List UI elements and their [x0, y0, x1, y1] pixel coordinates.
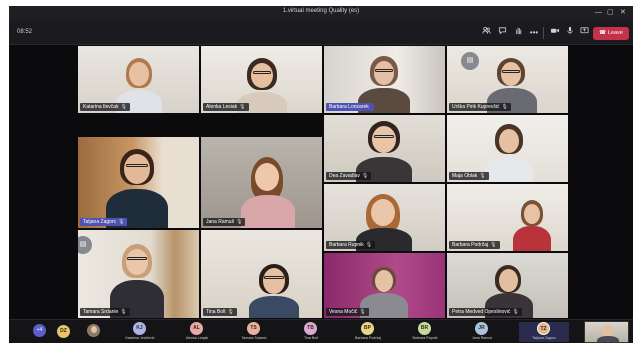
participant-name-tag: Dea Zavadlav 🎙 — [326, 172, 372, 180]
close-icon[interactable]: ✕ — [620, 8, 626, 18]
participant-chip-name: Alenka Lesjak — [185, 336, 209, 340]
leave-button[interactable]: ☎ Leave — [593, 27, 629, 40]
participant-tile[interactable]: Vesna Močič 🎙 — [323, 252, 446, 319]
participant-tile[interactable]: Alenka Lesiak 🎙 — [200, 45, 323, 114]
avatar: BP — [361, 322, 374, 335]
chat-icon[interactable] — [495, 26, 509, 40]
participant-tile[interactable]: Jana Ramuš 🎙 — [200, 136, 323, 229]
participant-name-tag: Barbara Podržaj 🎙 — [449, 241, 500, 249]
participant-chip[interactable]: JR Jana Ramuš — [457, 322, 507, 342]
participant-tile[interactable]: Tina Bolt 🎙 — [200, 229, 323, 319]
self-video-preview[interactable] — [584, 321, 629, 343]
participant-chip-name: Katarina Jovičević — [125, 336, 155, 340]
participant-chip-name: Barbara Podržaj — [355, 336, 381, 340]
participant-name-tag: Vesna Močič 🎙 — [326, 308, 369, 316]
participant-tile[interactable]: ▤ Tamara Srdanie 🎙 — [77, 229, 200, 319]
more-participants-button[interactable]: +4 — [33, 324, 46, 337]
participant-chip-name: Tatjana Zagorc — [532, 336, 556, 340]
window-title: 1.virtual meeting Quality (es) — [282, 8, 360, 14]
people-icon[interactable] — [479, 26, 493, 40]
participant-chip[interactable]: TS Tamara Srdanic — [229, 322, 279, 342]
camera-icon[interactable] — [548, 26, 562, 40]
participant-name-tag: Tina Bolt 🎙 — [203, 308, 237, 316]
meeting-toolbar: 08:52 ••• ☎ Leave — [9, 21, 633, 45]
participant-name-tag: Tamara Srdanie 🎙 — [80, 308, 130, 316]
participant-chip[interactable]: AL Alenka Lesjak — [172, 322, 222, 342]
avatar: TZ — [537, 322, 550, 335]
participant-name-tag: Jana Ramuš 🎙 — [203, 218, 246, 226]
avatar: DZ — [57, 325, 70, 338]
phone-hangup-icon: ☎ — [599, 30, 606, 36]
avatar: KJ — [133, 322, 146, 335]
participant-tile[interactable]: Dea Zavadlav 🎙 — [323, 114, 446, 183]
presenter-badge-icon: ▤ — [461, 52, 479, 70]
share-screen-icon[interactable] — [577, 26, 591, 40]
participant-tile[interactable]: Barbara Podržaj 🎙 — [446, 183, 569, 252]
participant-tile[interactable]: Katarina Ilevčak 🎙 — [77, 45, 200, 114]
meeting-timer: 08:52 — [17, 29, 33, 35]
participant-chip[interactable]: BP Barbara Podržaj — [343, 322, 393, 342]
participant-chip[interactable]: TB Tina Bolt — [286, 322, 336, 342]
participant-tile[interactable]: Barbara Lonzarek — [323, 45, 446, 114]
video-grid: Katarina Ilevčak 🎙 Alenka Lesiak 🎙 Barbara… — [9, 45, 633, 319]
participant-strip: +4 DZ KJ Katarina Jovičević AL Alenka Le… — [9, 319, 633, 343]
participant-chip[interactable]: BR Barbara Rupnik — [400, 322, 450, 342]
participant-chip-active[interactable]: TZ Tatjana Zagorc — [519, 322, 569, 342]
avatar: JR — [475, 322, 488, 335]
participant-tile[interactable]: Barbara Rupnik 🎙 — [323, 183, 446, 252]
avatar: AL — [190, 322, 203, 335]
participant-name-tag: Urška Pirik Kuprevšić 🎙 — [449, 103, 511, 111]
participant-name-tag: Barbara Lonzarek — [326, 103, 374, 111]
participant-name-tag: Alenka Lesiak 🎙 — [203, 103, 249, 111]
more-icon[interactable]: ••• — [527, 26, 541, 40]
participant-tile[interactable]: Tatjana Zagorc 🎙 — [77, 136, 200, 229]
participant-tile[interactable]: Petra Medved Opeslinović 🎙 — [446, 252, 569, 319]
avatar: TS — [247, 322, 260, 335]
participant-name-tag: Petra Medved Opeslinović 🎙 — [449, 308, 522, 316]
mic-icon[interactable] — [563, 26, 577, 40]
maximize-icon[interactable]: ▢ — [607, 8, 614, 18]
title-bar: 1.virtual meeting Quality (es) — ▢ ✕ — [9, 6, 633, 21]
participant-name-tag: Barbara Rupnik 🎙 — [326, 241, 376, 249]
raise-hand-icon[interactable] — [511, 26, 525, 40]
participant-tile[interactable]: ▤ Urška Pirik Kuprevšić 🎙 — [446, 45, 569, 114]
participant-chip-name: Tamara Srdanic — [241, 336, 267, 340]
avatar: BR — [418, 322, 431, 335]
avatar: TB — [304, 322, 317, 335]
leave-label: Leave — [607, 30, 623, 36]
participant-chip[interactable]: DZ — [49, 322, 79, 342]
minimize-icon[interactable]: — — [595, 8, 602, 18]
teams-window: 1.virtual meeting Quality (es) — ▢ ✕ 08:… — [9, 6, 633, 343]
participant-name-tag: Tatjana Zagorc 🎙 — [80, 218, 128, 226]
participant-chip[interactable]: KJ Katarina Jovičević — [115, 322, 165, 342]
toolbar-separator — [543, 27, 544, 39]
participant-chip-name: Jana Ramuš — [471, 336, 493, 340]
participant-name-tag: Maja Oblak 🎙 — [449, 172, 489, 180]
participant-chip-name: Tina Bolt — [303, 336, 319, 340]
participant-tile[interactable]: Maja Oblak 🎙 — [446, 114, 569, 183]
avatar — [87, 324, 100, 337]
participant-name-tag: Katarina Ilevčak 🎙 — [80, 103, 130, 111]
participant-chip-name: Barbara Rupnik — [412, 336, 438, 340]
